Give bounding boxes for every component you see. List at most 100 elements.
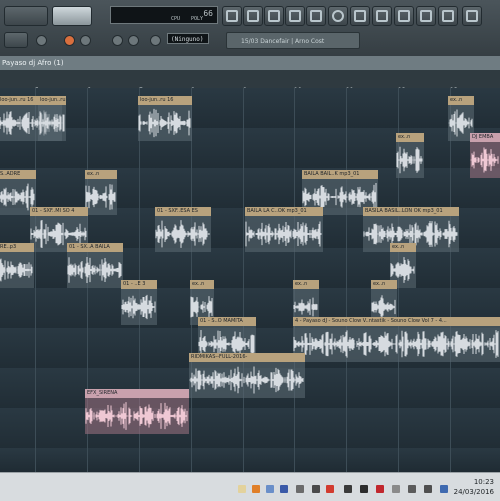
tempo-knob[interactable] <box>36 35 47 46</box>
cpu-label: CPU <box>171 16 181 22</box>
clip-label: ex..n <box>190 280 214 289</box>
waveform <box>245 221 322 247</box>
playlist-icon[interactable] <box>222 6 242 26</box>
clip-label: ex..n <box>396 133 424 142</box>
metronome-knob[interactable] <box>112 35 123 46</box>
mixer-icon[interactable] <box>285 6 305 26</box>
snap-button[interactable] <box>4 32 28 48</box>
audio-clip[interactable]: BAILA LA C..OK mp3_01 <box>245 207 323 252</box>
clock-time: 10:23 <box>473 478 494 486</box>
cpu-monitor: 66 CPU POLY <box>110 6 218 24</box>
audio-clip[interactable]: RE..p3 <box>0 243 34 288</box>
clip-label: ex..n <box>371 280 397 289</box>
plugin-icon[interactable] <box>350 6 370 26</box>
options-icon[interactable] <box>416 6 436 26</box>
clip-label: ex..n <box>448 96 474 105</box>
bar-line <box>35 88 36 472</box>
clip-label: 01 - ..E 3 <box>121 280 157 289</box>
waveform <box>85 184 116 210</box>
channel-rack-icon[interactable] <box>264 6 284 26</box>
bar-line <box>450 88 451 472</box>
windows-taskbar: 10:23 24/03/2016 <box>0 472 500 501</box>
undo-icon[interactable] <box>328 6 348 26</box>
step-knob[interactable] <box>80 35 91 46</box>
toolbar: 66 CPU POLY (Ninguno) 15/03 Dancefair | … <box>0 0 500 57</box>
export-icon[interactable] <box>462 6 482 26</box>
pattern-selector[interactable]: (Ninguno) <box>167 33 209 44</box>
clip-label: ex..n <box>85 170 117 179</box>
audio-clip[interactable]: ex..n <box>396 133 424 178</box>
audio-clip[interactable]: EFX_SIRENA <box>85 389 189 434</box>
antivirus-icon[interactable] <box>326 485 334 493</box>
record-toggle[interactable] <box>64 35 75 46</box>
playlist-title-bar[interactable]: Payaso dj Afro (1) <box>0 56 500 70</box>
system-clock[interactable]: 10:23 24/03/2016 <box>454 477 494 497</box>
waveform <box>396 146 423 174</box>
battery-icon[interactable] <box>408 485 416 493</box>
app-icon[interactable] <box>280 485 288 493</box>
waveform <box>293 330 499 358</box>
audio-clip[interactable]: 01 - ..E 3 <box>121 280 157 325</box>
audio-clip[interactable]: DJ EMBA <box>470 133 500 178</box>
waveform <box>155 220 210 248</box>
bar-line <box>243 88 244 472</box>
waveform <box>121 294 156 320</box>
waveform <box>38 111 65 135</box>
waveform <box>138 108 191 138</box>
audio-clip[interactable]: RIDMIKAS--FULL-2016- <box>189 353 305 398</box>
poly-label: POLY <box>191 16 204 22</box>
clip-label: BAILA BAIL..K mp3_01 <box>302 170 378 179</box>
playlist-track[interactable] <box>0 448 500 472</box>
record-icon[interactable] <box>372 6 392 26</box>
help-icon[interactable] <box>438 6 458 26</box>
volume-icon[interactable] <box>424 485 432 493</box>
cpu-counter: 66 <box>203 9 213 18</box>
clip-label: loo-jun..ru 16 <box>38 96 66 105</box>
piano-roll-icon[interactable] <box>243 6 263 26</box>
song-hint-bar[interactable]: 15/03 Dancefair | Arno Cost <box>226 32 360 49</box>
master-volume-slider[interactable] <box>4 6 48 26</box>
waveform <box>0 258 33 282</box>
flag-icon[interactable] <box>376 485 384 493</box>
clip-label: S..ADRE <box>0 170 36 179</box>
waveform <box>189 366 304 394</box>
clip-label: loo-jun..ru 16 <box>138 96 192 105</box>
loop-knob[interactable] <box>128 35 139 46</box>
waveform <box>85 402 188 430</box>
audio-clip[interactable]: 01 - SX..A BAILA <box>67 243 123 288</box>
speaker-icon[interactable] <box>344 485 352 493</box>
browser-icon[interactable] <box>306 6 326 26</box>
clip-label: BASILA BASIL..LON OK mp3_01 <box>363 207 459 216</box>
folder-icon[interactable] <box>238 485 246 493</box>
audio-clip[interactable]: ex..n <box>85 170 117 215</box>
clip-label: DJ EMBA <box>470 133 500 142</box>
clip-label: 01 - SXF..MI SO 4 <box>30 207 88 216</box>
clip-label: 01 - SX..A BAILA <box>67 243 123 252</box>
song-hint-text: 15/03 Dancefair | Arno Cost <box>241 38 325 45</box>
timeline-ruler[interactable]: 5 6 7 8 9 10 11 12 13 <box>0 70 500 94</box>
master-pitch-display[interactable] <box>52 6 92 26</box>
clip-label: 01 - SXF..ESA ES <box>155 207 211 216</box>
tools-icon[interactable] <box>394 6 414 26</box>
playlist-title: Payaso dj Afro (1) <box>2 59 64 67</box>
clip-label: RIDMIKAS--FULL-2016- <box>189 353 305 362</box>
audio-clip[interactable]: 4 - Payaso dJ - Souno Clow V..ntastik - … <box>293 317 500 362</box>
waveform <box>470 147 499 173</box>
clip-label: RE..p3 <box>0 243 34 252</box>
playlist-grid[interactable]: loo-jun..ru 16 loo-jun..ru 16 loo-jun..r… <box>0 88 500 472</box>
fl-studio-icon[interactable] <box>252 485 260 493</box>
clip-label: 4 - Payaso dJ - Souno Clow V..ntastik - … <box>293 317 500 326</box>
clip-label: EFX_SIRENA <box>85 389 189 398</box>
clip-label: BAILA LA C..OK mp3_01 <box>245 207 323 216</box>
waveform <box>67 256 122 284</box>
app-icon[interactable] <box>266 485 274 493</box>
audio-clip[interactable]: 01 - SXF..ESA ES <box>155 207 211 252</box>
audio-clip[interactable]: loo-jun..ru 16 <box>38 96 66 141</box>
tray-icon[interactable] <box>312 485 320 493</box>
audio-clip[interactable]: loo-jun..ru 16 <box>138 96 192 141</box>
wait-knob[interactable] <box>150 35 161 46</box>
language-icon[interactable] <box>440 485 448 493</box>
keyboard-icon[interactable] <box>392 485 400 493</box>
signal-icon[interactable] <box>360 485 368 493</box>
network-icon[interactable] <box>296 485 304 493</box>
